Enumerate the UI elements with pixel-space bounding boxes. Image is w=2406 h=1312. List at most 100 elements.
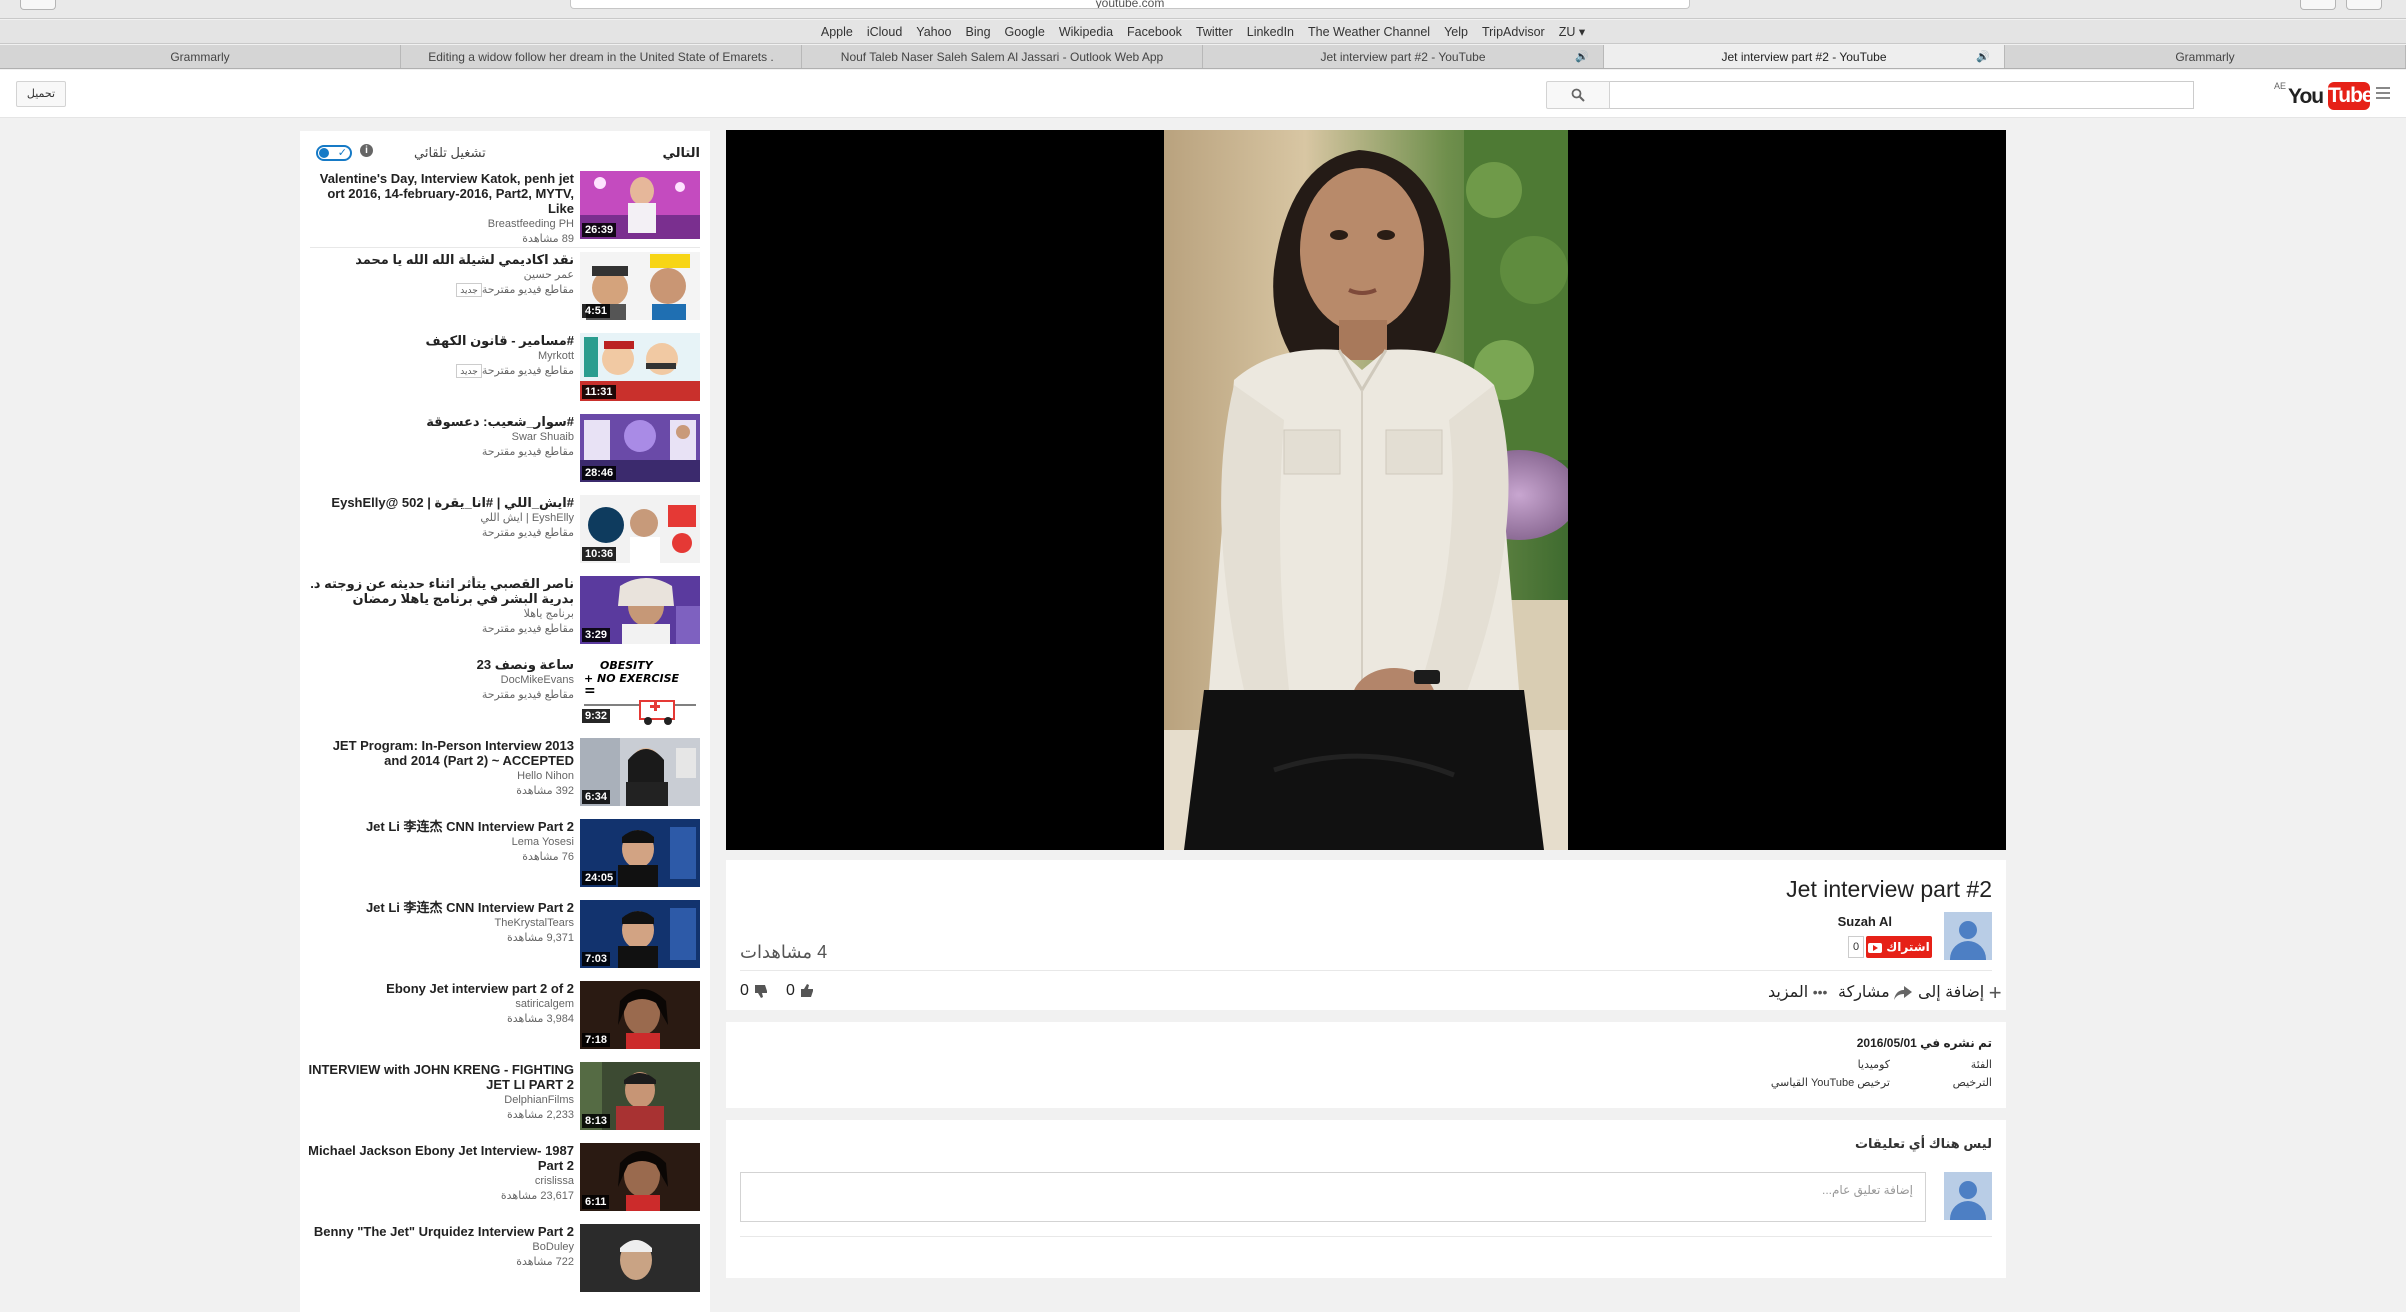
bookmark-item[interactable]: Bing xyxy=(966,25,991,39)
related-video-item[interactable]: 7:18 Ebony Jet interview part 2 of 2 satir… xyxy=(300,981,710,1061)
add-to-button[interactable]: إضافة إلى + xyxy=(1918,979,2002,1005)
address-bar[interactable]: youtube.com xyxy=(570,0,1690,9)
comment-input[interactable]: إضافة تعليق عام... xyxy=(740,1172,1926,1222)
related-video-item[interactable]: 4:51 نقد اكاديمي لشيلة الله الله يا محمد ع… xyxy=(300,252,710,332)
video-thumbnail[interactable]: 28:46 xyxy=(580,414,700,482)
bookmark-item[interactable]: iCloud xyxy=(867,25,902,39)
related-video-views: 3,984 مشاهدة xyxy=(308,1012,574,1027)
related-video-title[interactable]: Ebony Jet interview part 2 of 2 xyxy=(308,981,574,996)
related-video-title[interactable]: JET Program: In-Person Interview 2013 an… xyxy=(308,738,574,768)
bookmark-item[interactable]: Yahoo xyxy=(916,25,951,39)
related-video-item[interactable]: 10:36 #ايش_اللي | #انا_يقرة | 502 @EyshEl… xyxy=(300,495,710,575)
related-video-item[interactable]: 8:13 INTERVIEW with JOHN KRENG - FIGHTING… xyxy=(300,1062,710,1142)
related-video-title[interactable]: نقد اكاديمي لشيلة الله الله يا محمد xyxy=(308,252,574,267)
related-video-item[interactable]: 28:46 #سوار_شعيب: دعسوقة Swar Shuaib مقاطع … xyxy=(300,414,710,494)
thumbnail-image xyxy=(580,1224,700,1292)
bookmark-item[interactable]: Google xyxy=(1005,25,1045,39)
user-avatar xyxy=(1944,1172,1992,1220)
share-button[interactable] xyxy=(2346,0,2382,10)
related-video-title[interactable]: #ايش_اللي | #انا_يقرة | 502 @EyshElly xyxy=(308,495,574,510)
related-video-item[interactable]: 11:31 #مسامير - قانون الكهف Myrkott مقاطع ف… xyxy=(300,333,710,413)
comments-card: ليس هناك أي تعليقات إضافة تعليق عام... xyxy=(726,1120,2006,1278)
video-thumbnail[interactable]: 24:05 xyxy=(580,819,700,887)
logo-tube: Tube xyxy=(2328,82,2374,110)
video-thumbnail[interactable]: 10:36 xyxy=(580,495,700,563)
dislike-button[interactable]: 0 xyxy=(740,982,769,1000)
related-video-item[interactable]: 6:34 JET Program: In-Person Interview 201… xyxy=(300,738,710,818)
related-video-item[interactable]: 24:05 Jet Li 李连杰 CNN Interview Part 2 Lema… xyxy=(300,819,710,899)
video-thumbnail[interactable]: 4:51 xyxy=(580,252,700,320)
bookmark-item[interactable]: ZU ▾ xyxy=(1559,25,1585,39)
related-video-channel: BoDuley xyxy=(532,1241,574,1253)
related-video-item[interactable]: Benny "The Jet" Urquidez Interview Part … xyxy=(300,1224,710,1304)
license-value[interactable]: ترخيص YouTube القياسي xyxy=(1771,1076,1890,1089)
browser-tab[interactable]: Grammarly xyxy=(2005,45,2406,68)
video-player[interactable] xyxy=(726,130,2006,850)
like-button[interactable]: 0 xyxy=(786,982,815,1000)
channel-avatar[interactable] xyxy=(1944,912,1992,960)
search-button[interactable] xyxy=(1546,81,1610,109)
video-thumbnail[interactable]: 26:39 xyxy=(580,171,700,239)
speaker-icon[interactable]: 🔊 xyxy=(1575,45,1589,68)
video-thumbnail[interactable]: 7:18 xyxy=(580,981,700,1049)
views-text: 89 مشاهدة xyxy=(522,233,574,245)
show-sidebar-button[interactable] xyxy=(20,0,56,10)
video-thumbnail[interactable]: 6:11 xyxy=(580,1143,700,1211)
info-icon[interactable]: i xyxy=(360,144,373,157)
youtube-logo[interactable]: AE You Tube xyxy=(2272,78,2374,112)
browser-tab[interactable]: Grammarly xyxy=(0,45,401,68)
browser-tab[interactable]: Jet interview part #2 - YouTube 🔊 xyxy=(1604,45,2005,68)
views-text: مقاطع فيديو مقترحة xyxy=(481,623,574,635)
video-thumbnail[interactable]: 7:03 xyxy=(580,900,700,968)
plus-icon: + xyxy=(1988,979,2002,1005)
more-button[interactable]: المزيد ••• xyxy=(1768,982,1827,1002)
speaker-icon[interactable]: 🔊 xyxy=(1976,45,1990,68)
share-video-button[interactable]: مشاركة xyxy=(1838,982,1913,1002)
related-video-title[interactable]: INTERVIEW with JOHN KRENG - FIGHTING JET… xyxy=(308,1062,574,1092)
search-input[interactable] xyxy=(1610,81,2194,109)
browser-tab[interactable]: Editing a widow follow her dream in the … xyxy=(401,45,802,68)
browser-tab[interactable]: Nouf Taleb Naser Saleh Salem Al Jassari … xyxy=(802,45,1203,68)
related-video-item[interactable]: 26:39 Valentine's Day, Interview Katok, p… xyxy=(300,171,710,251)
bookmark-item[interactable]: LinkedIn xyxy=(1247,25,1294,39)
video-thumbnail[interactable]: 8:13 xyxy=(580,1062,700,1130)
subscribe-button[interactable]: اشتراك xyxy=(1866,936,1932,958)
browser-tab[interactable]: Jet interview part #2 - YouTube 🔊 xyxy=(1203,45,1604,68)
related-video-title[interactable]: Benny "The Jet" Urquidez Interview Part … xyxy=(308,1224,574,1239)
related-video-item[interactable]: 3:29 ناصر القصبي يتأثر اثناء حديثه عن زوج… xyxy=(300,576,710,656)
category-value[interactable]: كوميديا xyxy=(1858,1058,1890,1071)
video-duration: 6:11 xyxy=(582,1195,610,1209)
more-label: المزيد xyxy=(1768,984,1809,1001)
autoplay-toggle[interactable]: ✓ xyxy=(316,145,352,161)
video-thumbnail[interactable]: 3:29 xyxy=(580,576,700,644)
channel-name[interactable]: Suzah Al xyxy=(1838,914,1892,929)
related-video-title[interactable]: Michael Jackson Ebony Jet Interview- 198… xyxy=(308,1143,574,1173)
extension-button[interactable] xyxy=(2300,0,2336,10)
video-thumbnail[interactable]: 11:31 xyxy=(580,333,700,401)
related-video-item[interactable]: 6:11 Michael Jackson Ebony Jet Interview-… xyxy=(300,1143,710,1223)
related-video-title[interactable]: #مسامير - قانون الكهف xyxy=(308,333,574,348)
related-video-title[interactable]: Valentine's Day, Interview Katok, penh j… xyxy=(308,171,574,216)
upload-button[interactable]: تحميل xyxy=(16,81,66,107)
bookmark-item[interactable]: TripAdvisor xyxy=(1482,25,1545,39)
video-details-card: تم نشره في 2016/05/01 الفئة كوميديا التر… xyxy=(726,1022,2006,1108)
bookmark-item[interactable]: Wikipedia xyxy=(1059,25,1113,39)
bookmark-item[interactable]: Facebook xyxy=(1127,25,1182,39)
bookmark-item[interactable]: Yelp xyxy=(1444,25,1468,39)
related-video-item[interactable]: 7:03 Jet Li 李连杰 CNN Interview Part 2 TheKr… xyxy=(300,900,710,980)
tab-label: Grammarly xyxy=(2175,50,2235,64)
bookmark-item[interactable]: The Weather Channel xyxy=(1308,25,1430,39)
video-thumbnail[interactable]: 6:34 xyxy=(580,738,700,806)
video-thumbnail[interactable]: OBESITY + NO EXERCISE = 9:32 xyxy=(580,657,700,725)
related-video-title[interactable]: ساعة ونصف 23 xyxy=(308,657,574,672)
related-video-title[interactable]: ناصر القصبي يتأثر اثناء حديثه عن زوجته د… xyxy=(308,576,574,606)
bookmark-item[interactable]: Apple xyxy=(821,25,853,39)
related-video-title[interactable]: #سوار_شعيب: دعسوقة xyxy=(308,414,574,429)
related-video-item[interactable]: OBESITY + NO EXERCISE = 9:32 ساعة ونصف 23 Doc… xyxy=(300,657,710,737)
related-video-title[interactable]: Jet Li 李连杰 CNN Interview Part 2 xyxy=(308,819,574,834)
video-frame[interactable] xyxy=(1164,130,1568,850)
bookmark-item[interactable]: Twitter xyxy=(1196,25,1233,39)
video-thumbnail[interactable] xyxy=(580,1224,700,1292)
related-video-title[interactable]: Jet Li 李连杰 CNN Interview Part 2 xyxy=(308,900,574,915)
hamburger-menu-icon[interactable] xyxy=(2376,87,2390,99)
